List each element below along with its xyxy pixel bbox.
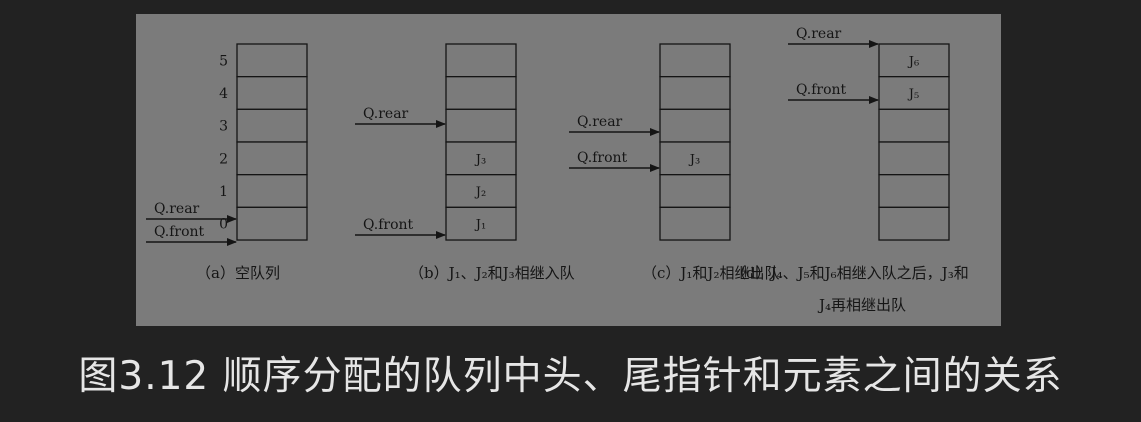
pointer-label-q-front: Q.front: [796, 82, 847, 98]
queue-cell: [236, 141, 308, 176]
queue-cell: [445, 76, 517, 110]
pointer-label-q-front: Q.front: [154, 224, 205, 240]
index-labels: 543210: [219, 53, 228, 232]
cell-element-label: J₅: [907, 87, 919, 102]
pointer-label-q-front: Q.front: [577, 150, 628, 166]
index-label-4: 4: [219, 86, 228, 102]
queue-cell: [878, 141, 950, 176]
figure-panel: 543210 Q.rear Q.front （a）空队列 J₃ J₂ J₁ Q.rear Q.…: [136, 14, 1001, 326]
pointer-label-q-rear: Q.rear: [796, 26, 842, 42]
cell-element-label: J₆: [907, 54, 919, 69]
queue-cell: [878, 108, 950, 143]
queue-cell: [236, 206, 308, 241]
queue-c: J₃Q.rearQ.front（c）J₁和J₂相继出队: [569, 43, 779, 282]
index-label-2: 2: [219, 151, 228, 167]
queue-cell: [236, 174, 308, 208]
queue-cell: [659, 108, 731, 143]
cell-element-label: J₃: [688, 152, 700, 167]
pointer-label-q-rear: Q.rear: [154, 201, 200, 217]
cell-element-label: J₃: [474, 152, 486, 167]
subfigure-caption-line2: J₄再相继出队: [817, 296, 906, 314]
pointer-label-q-front: Q.front: [363, 217, 414, 233]
index-label-3: 3: [219, 119, 228, 135]
subfigure-caption: （d）J₄、J₅和J₆相继入队之后，J₃和: [731, 264, 969, 282]
figure-caption: 图3.12 顺序分配的队列中头、尾指针和元素之间的关系: [78, 354, 1063, 399]
queue-cell: [445, 43, 517, 78]
queue-figure-diagram: 543210 Q.rearQ.front（a）空队列J₃J₂J₁Q.rearQ.…: [146, 26, 969, 314]
queue-cell: [659, 43, 731, 78]
queue-b: J₃ J₂ J₁ Q.rear Q.front （b）J₁、J₂和J₃相继入队: [355, 43, 575, 282]
queue-cell: [236, 76, 308, 110]
index-label-1: 1: [219, 184, 228, 200]
queue-cell: [236, 108, 308, 143]
subfigure-caption: （b）J₁、J₂和J₃相继入队: [409, 264, 575, 282]
subfigure-caption: （a）空队列: [196, 264, 280, 282]
queue-cell: [878, 206, 950, 241]
queue-cell: [878, 174, 950, 208]
cell-element-label: J₂: [474, 185, 486, 200]
queue-cell: [659, 174, 731, 208]
index-label-5: 5: [219, 53, 228, 69]
queue-cell: [445, 108, 517, 143]
pointer-label-q-rear: Q.rear: [363, 106, 409, 122]
queue-cell: [236, 43, 308, 78]
queue-d: J₆ J₅ Q.rear Q.front （d）J₄、J₅和J₆相继入队之后，J₃和 J₄…: [731, 26, 969, 314]
queue-cell: [659, 206, 731, 241]
cell-element-label: J₁: [474, 218, 486, 233]
pointer-label-q-rear: Q.rear: [577, 114, 623, 130]
queue-cell: [659, 76, 731, 110]
